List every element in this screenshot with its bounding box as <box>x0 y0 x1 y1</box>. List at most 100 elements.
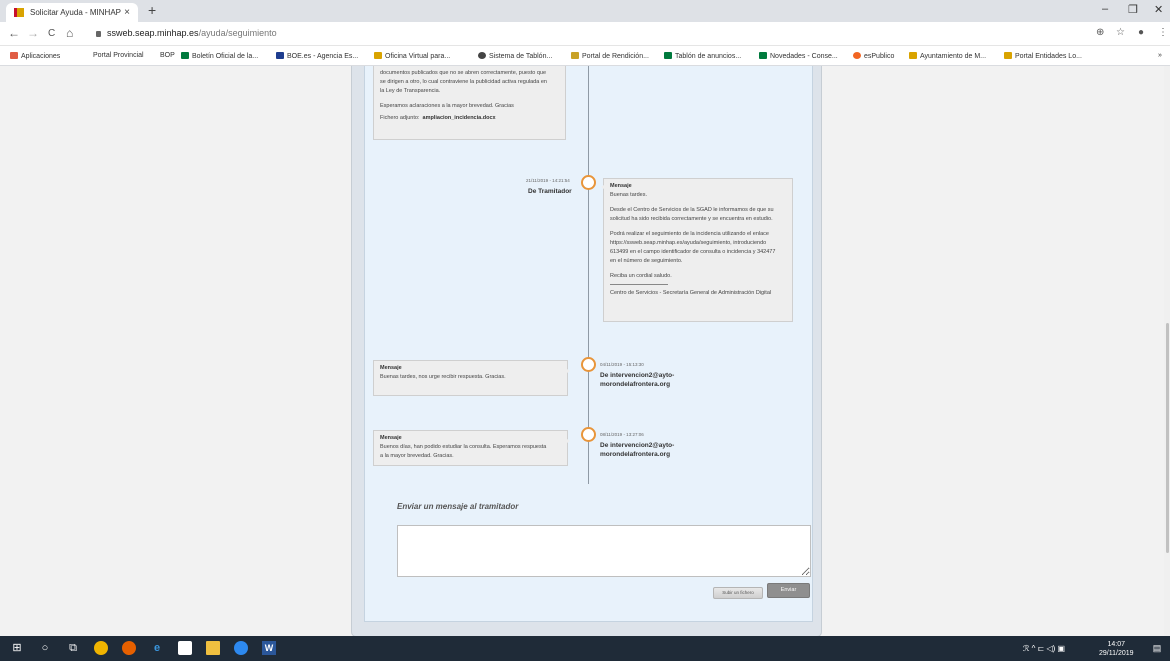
close-window-icon[interactable]: ✕ <box>1154 3 1163 16</box>
search-icon[interactable]: ○ <box>38 641 52 655</box>
bookmark-label: BOP <box>160 52 175 59</box>
page-viewport: documentos publicados que no se abren co… <box>0 66 1170 637</box>
bookmark-item[interactable]: esPublico <box>853 52 894 60</box>
store-icon[interactable] <box>178 641 192 655</box>
send-button[interactable]: Enviar <box>767 583 810 598</box>
message-line: Podrá realizar el seguimiento de la inci… <box>610 231 769 237</box>
reload-icon[interactable]: C <box>48 28 55 39</box>
main-panel: documentos publicados que no se abren co… <box>351 66 822 637</box>
tab-close-icon[interactable]: × <box>124 7 130 18</box>
browser-toolbar: ← → C ⌂ ssweb.seap.minhap.es/ayuda/segui… <box>0 22 1170 46</box>
new-tab-button[interactable]: + <box>148 2 156 18</box>
bookmark-item[interactable]: Portal de Rendición... <box>571 52 649 60</box>
message-form-title: Enviar un mensaje al tramitador <box>397 502 519 511</box>
entry-date: 21/11/2019 - 14:21:54 <box>526 178 570 183</box>
bookmark-item[interactable]: Tablón de anuncios... <box>664 52 741 60</box>
forward-icon[interactable]: → <box>27 26 39 40</box>
file-explorer-icon[interactable] <box>206 641 220 655</box>
message-line: Buenas tardes, nos urge recibir respuest… <box>380 374 506 380</box>
bookmark-item[interactable]: BOE.es - Agencia Es... <box>276 52 358 60</box>
bookmark-item[interactable]: Portal Provincial <box>93 52 144 59</box>
bookmark-favicon-icon <box>1004 52 1012 59</box>
bookmark-item[interactable]: Boletín Oficial de la... <box>181 52 258 60</box>
message-line: solicitud ha sido recibida correctamente… <box>610 216 773 222</box>
entry-date: 04/11/2019 - 15:13:30 <box>600 362 644 367</box>
bookmark-label: Portal de Rendición... <box>582 53 649 60</box>
message-line: Desde el Centro de Servicios de la SGAD … <box>610 207 774 213</box>
address-field[interactable]: ssweb.seap.minhap.es/ayuda/seguimiento <box>96 28 277 38</box>
message-title: Mensaje <box>380 435 402 441</box>
back-icon[interactable]: ← <box>8 26 20 40</box>
home-icon[interactable]: ⌂ <box>66 26 73 40</box>
url-host: ssweb.seap.minhap.es <box>107 28 199 38</box>
timeline-message-bubble: Mensaje Buenas tardes, nos urge recibir … <box>373 360 570 396</box>
sender-line: De intervencion2@ayto- <box>600 442 675 449</box>
firefox-icon[interactable] <box>122 641 136 655</box>
timeline-circle-icon <box>581 175 596 190</box>
attachment-label: Fichero adjunto: <box>380 115 420 121</box>
bookmark-favicon-icon <box>759 52 767 59</box>
timeline-message-bubble: documentos publicados que no se abren co… <box>373 66 566 140</box>
message-line: la Ley de Transparencia. <box>380 88 441 94</box>
bookmark-item[interactable]: Oficina Virtual para... <box>374 52 450 60</box>
notifications-icon[interactable]: ▤ <box>1150 641 1164 655</box>
apps-icon <box>10 52 18 59</box>
upload-file-button[interactable]: Subir un fichero <box>713 587 763 599</box>
bookmark-label: Tablón de anuncios... <box>675 53 742 60</box>
bookmark-label: Aplicaciones <box>21 53 61 60</box>
bookmark-item[interactable]: Sistema de Tablón... <box>478 52 552 60</box>
word-icon[interactable]: W <box>262 641 276 655</box>
bookmark-label: esPublico <box>864 53 895 60</box>
menu-icon[interactable]: ⋮ <box>1158 27 1168 38</box>
attachment-row: Fichero adjunto: ampliacion_incidencia.d… <box>380 114 559 123</box>
message-line: Buenos días, han podido estudiar la cons… <box>380 444 547 450</box>
message-line: documentos publicados que no se abren co… <box>380 70 547 76</box>
timeline-axis <box>588 66 589 484</box>
signature-divider <box>610 284 668 285</box>
bookmarks-overflow-icon[interactable]: » <box>1158 52 1162 59</box>
bookmark-favicon-icon <box>276 52 284 59</box>
sender-line: morondelafrontera.org <box>600 381 671 388</box>
message-title: Mensaje <box>610 183 632 189</box>
windows-taskbar: ⊞ ○ ⧉ e W ℛ ^ ⊏ ◁) ▣ 14:07 29/11/2019 ▤ <box>0 636 1170 661</box>
scrollbar-thumb[interactable] <box>1166 323 1169 553</box>
message-line: 613499 en el campo identificador de cons… <box>610 249 776 255</box>
bookmark-favicon-icon <box>478 52 486 59</box>
edge-icon[interactable]: e <box>150 641 164 655</box>
tracking-panel: documentos publicados que no se abren co… <box>364 66 813 622</box>
clock-time: 14:07 <box>1107 641 1126 648</box>
timeline-message-bubble: Mensaje Buenas tardes. Desde el Centro d… <box>601 178 793 322</box>
bookmark-star-icon[interactable]: ☆ <box>1116 27 1125 38</box>
sender-line: De intervencion2@ayto- <box>600 372 675 379</box>
bookmark-item[interactable]: Ayuntamiento de M... <box>909 52 986 60</box>
bookmark-favicon-icon <box>571 52 579 59</box>
minimize-icon[interactable]: – <box>1102 3 1108 15</box>
message-line: en el número de seguimiento. <box>610 258 683 264</box>
bookmark-label: Boletín Oficial de la... <box>192 53 259 60</box>
bookmark-favicon-icon <box>664 52 672 59</box>
message-line: se dirigen a otro, lo cual contraviene l… <box>380 79 547 85</box>
bookmark-label: Sistema de Tablón... <box>489 53 553 60</box>
zoom-icon[interactable]: ⊕ <box>1096 27 1104 38</box>
clock-date: 29/11/2019 <box>1099 650 1134 657</box>
bookmark-label: Ayuntamiento de M... <box>920 53 987 60</box>
task-view-icon[interactable]: ⧉ <box>66 641 80 655</box>
profile-icon[interactable]: ● <box>1138 27 1144 38</box>
attachment-link[interactable]: ampliacion_incidencia.docx <box>423 115 496 121</box>
message-textarea[interactable] <box>397 525 811 577</box>
browser-tab[interactable]: Solicitar Ayuda - MINHAP × <box>6 3 138 22</box>
restore-icon[interactable]: ❐ <box>1128 3 1138 16</box>
entry-date: 08/11/2019 - 13:27:06 <box>600 432 644 437</box>
bookmark-item[interactable]: Novedades - Conse... <box>759 52 838 60</box>
clock[interactable]: 14:07 29/11/2019 <box>1099 640 1134 658</box>
bookmark-label: BOE.es - Agencia Es... <box>287 53 359 60</box>
system-tray[interactable]: ℛ ^ ⊏ ◁) ▣ <box>1023 644 1065 653</box>
windows-start-icon[interactable]: ⊞ <box>10 641 24 655</box>
tab-favicon-icon <box>14 8 24 17</box>
app-icon[interactable] <box>234 641 248 655</box>
bookmark-item[interactable]: BOP <box>160 52 175 59</box>
bookmark-item[interactable]: Portal Entidades Lo... <box>1004 52 1082 60</box>
bookmark-item[interactable]: Aplicaciones <box>10 52 60 60</box>
timeline-circle-icon <box>581 427 596 442</box>
chrome-icon[interactable] <box>94 641 108 655</box>
